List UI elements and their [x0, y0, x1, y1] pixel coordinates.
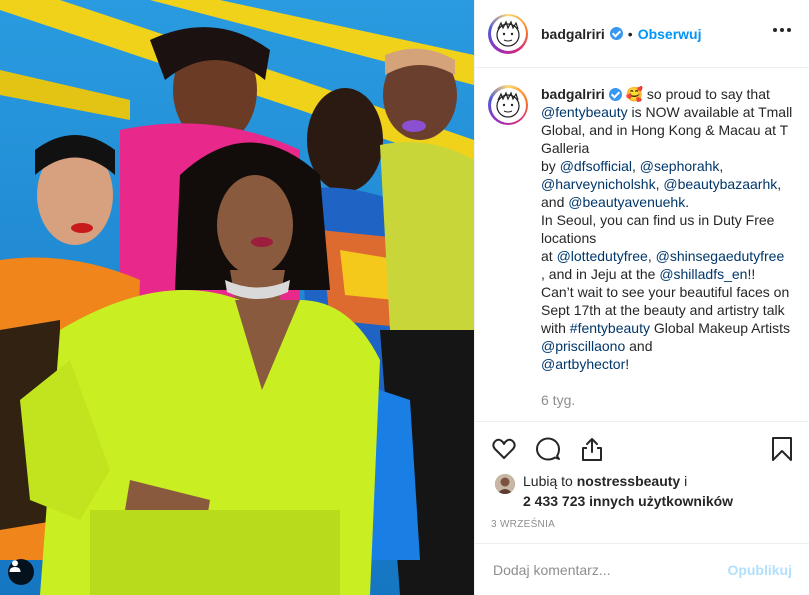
mention-link[interactable]: @priscillaono	[541, 338, 625, 354]
post-side-panel: badgalriri • Obserwuj badgalriri �	[474, 0, 809, 595]
post-photo[interactable]	[0, 0, 474, 595]
caption-text-segment: and	[625, 338, 653, 354]
separator-dot: •	[627, 25, 633, 42]
follow-button[interactable]: Obserwuj	[638, 26, 702, 42]
user-tag-icon	[9, 560, 21, 572]
mention-link[interactable]: @beautybazaarhk	[663, 176, 777, 192]
hashtag-link[interactable]: #fentybeauty	[570, 320, 650, 336]
post-comment-button[interactable]: Opublikuj	[727, 562, 792, 578]
likes-suffix: i	[680, 473, 688, 489]
bookmark-icon[interactable]	[771, 436, 793, 462]
verified-badge-icon	[608, 88, 622, 101]
caption-text-segment: !!	[747, 266, 756, 282]
mention-link[interactable]: @lottedutyfree	[557, 248, 648, 264]
mention-link[interactable]: @shinsegaedutyfree	[656, 248, 785, 264]
liker-username[interactable]: nostressbeauty	[577, 473, 680, 489]
comment-icon[interactable]	[535, 436, 561, 462]
caption-text-segment: ,	[777, 176, 782, 192]
post-caption: badgalriri 🥰 so proud to say that @fenty…	[488, 85, 802, 373]
time-ago[interactable]: 6 tyg.	[541, 392, 575, 408]
caption-username[interactable]: badgalriri	[541, 86, 605, 102]
verified-badge-icon	[609, 27, 623, 40]
header-username[interactable]: badgalriri	[541, 26, 605, 42]
more-options-icon[interactable]	[773, 28, 791, 32]
caption-text-segment: .	[685, 194, 690, 210]
mention-link[interactable]: @artbyhector	[541, 356, 625, 372]
liker-avatar-image	[495, 474, 515, 494]
post-header: badgalriri • Obserwuj	[475, 0, 809, 68]
comment-input[interactable]	[493, 561, 728, 578]
action-bar	[475, 421, 809, 461]
avatar[interactable]	[488, 13, 528, 54]
heart-icon[interactable]	[491, 436, 517, 462]
comment-bar: Opublikuj	[475, 543, 809, 595]
mention-link[interactable]: @harveynicholshk	[541, 176, 656, 192]
likes-count[interactable]: 2 433 723 innych użytkowników	[523, 493, 733, 509]
likes-prefix: Lubią to	[523, 473, 577, 489]
caption-text-segment: ,	[719, 158, 724, 174]
instagram-post: badgalriri • Obserwuj badgalriri �	[0, 0, 809, 595]
caption-text-segment: Global Makeup Artists	[649, 320, 791, 336]
likes-text: Lubią to nostressbeauty i 2 433 723 inny…	[523, 471, 733, 511]
mention-link[interactable]: @dfsofficial	[560, 158, 632, 174]
likes-summary: Lubią to nostressbeauty i 2 433 723 inny…	[495, 471, 733, 511]
caption-emoji: 🥰	[625, 86, 644, 102]
caption-text-segment: by	[541, 158, 560, 174]
caption-body: so proud to say that @fentybeauty is NOW…	[541, 86, 792, 372]
caption-text-segment: ,	[647, 248, 656, 264]
mention-link[interactable]: @shilladfs_en	[659, 266, 747, 282]
caption-text-segment: at	[541, 248, 557, 264]
caption-text-segment: ,	[632, 158, 640, 174]
mention-link[interactable]: @sephorahk	[640, 158, 720, 174]
post-date[interactable]: 3 WRZEŚNIA	[491, 519, 555, 530]
photo-illustration	[0, 0, 474, 595]
caption-text-segment: In Seoul, you can find us in Duty Free l…	[541, 212, 775, 246]
user-tag-button[interactable]	[8, 559, 34, 585]
caption-text-segment: !	[625, 356, 630, 372]
avatar-face-icon	[496, 19, 520, 47]
caption-text-segment: so proud to say that	[646, 86, 770, 102]
caption-text-segment: and	[541, 194, 569, 210]
caption-text: badgalriri 🥰 so proud to say that @fenty…	[541, 85, 802, 373]
share-icon[interactable]	[579, 436, 605, 462]
mention-link[interactable]: @fentybeauty	[541, 104, 628, 120]
mention-link[interactable]: @beautyavenuehk	[568, 194, 685, 210]
avatar-face-icon	[496, 91, 520, 118]
liker-avatar[interactable]	[495, 474, 515, 494]
caption-text-segment: , and in Jeju at the	[541, 266, 660, 282]
caption-avatar[interactable]	[488, 85, 528, 125]
